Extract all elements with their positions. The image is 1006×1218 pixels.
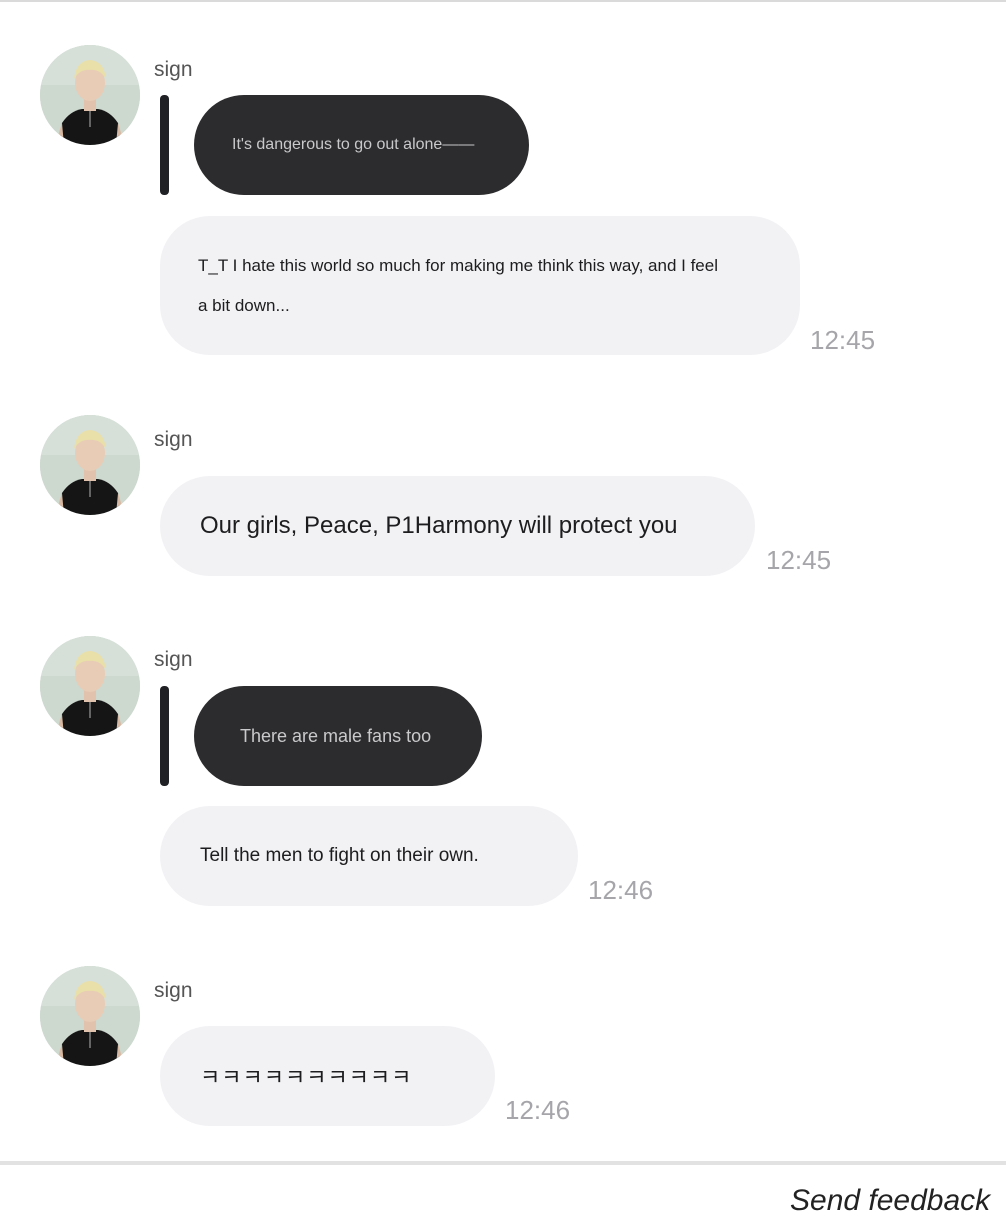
- avatar-image: [40, 966, 140, 1066]
- message-timestamp: 12:46: [588, 875, 654, 905]
- sender-avatar[interactable]: [40, 636, 140, 736]
- quoted-message-text: It's dangerous to go out alone——: [232, 136, 475, 153]
- message-bubble[interactable]: Tell the men to fight on their own.: [160, 806, 578, 906]
- sender-name: sign: [154, 58, 193, 81]
- message-bubble[interactable]: ㅋㅋㅋㅋㅋㅋㅋㅋㅋㅋ: [160, 1026, 495, 1126]
- message-text: Our girls, Peace, P1Harmony will protect…: [200, 512, 678, 539]
- send-feedback-link[interactable]: Send feedback: [790, 1184, 990, 1218]
- message-text-line: a bit down...: [198, 296, 290, 315]
- quoted-message-text: There are male fans too: [240, 725, 432, 746]
- quoted-message[interactable]: There are male fans too: [194, 686, 482, 786]
- sender-avatar[interactable]: [40, 45, 140, 145]
- sender-name: sign: [154, 428, 193, 451]
- message-bubble[interactable]: Our girls, Peace, P1Harmony will protect…: [160, 476, 755, 576]
- avatar-image: [40, 45, 140, 145]
- top-divider: [0, 0, 1006, 2]
- sender-name: sign: [154, 979, 193, 1002]
- bottom-divider: [0, 1161, 1006, 1165]
- reply-quote-bar: [160, 686, 169, 786]
- sender-avatar[interactable]: [40, 415, 140, 515]
- message-text: ㅋㅋㅋㅋㅋㅋㅋㅋㅋㅋ: [200, 1065, 413, 1090]
- avatar-image: [40, 636, 140, 736]
- message-text: Tell the men to fight on their own.: [200, 845, 479, 866]
- sender-avatar[interactable]: [40, 966, 140, 1066]
- message-bubble[interactable]: T_T I hate this world so much for making…: [160, 216, 800, 355]
- sender-name: sign: [154, 648, 193, 671]
- message-text-line: T_T I hate this world so much for making…: [198, 256, 718, 275]
- avatar-image: [40, 415, 140, 515]
- message-timestamp: 12:46: [505, 1095, 571, 1125]
- quoted-message[interactable]: It's dangerous to go out alone——: [194, 95, 529, 195]
- message-timestamp: 12:45: [810, 325, 876, 355]
- message-timestamp: 12:45: [766, 545, 832, 575]
- reply-quote-bar: [160, 95, 169, 195]
